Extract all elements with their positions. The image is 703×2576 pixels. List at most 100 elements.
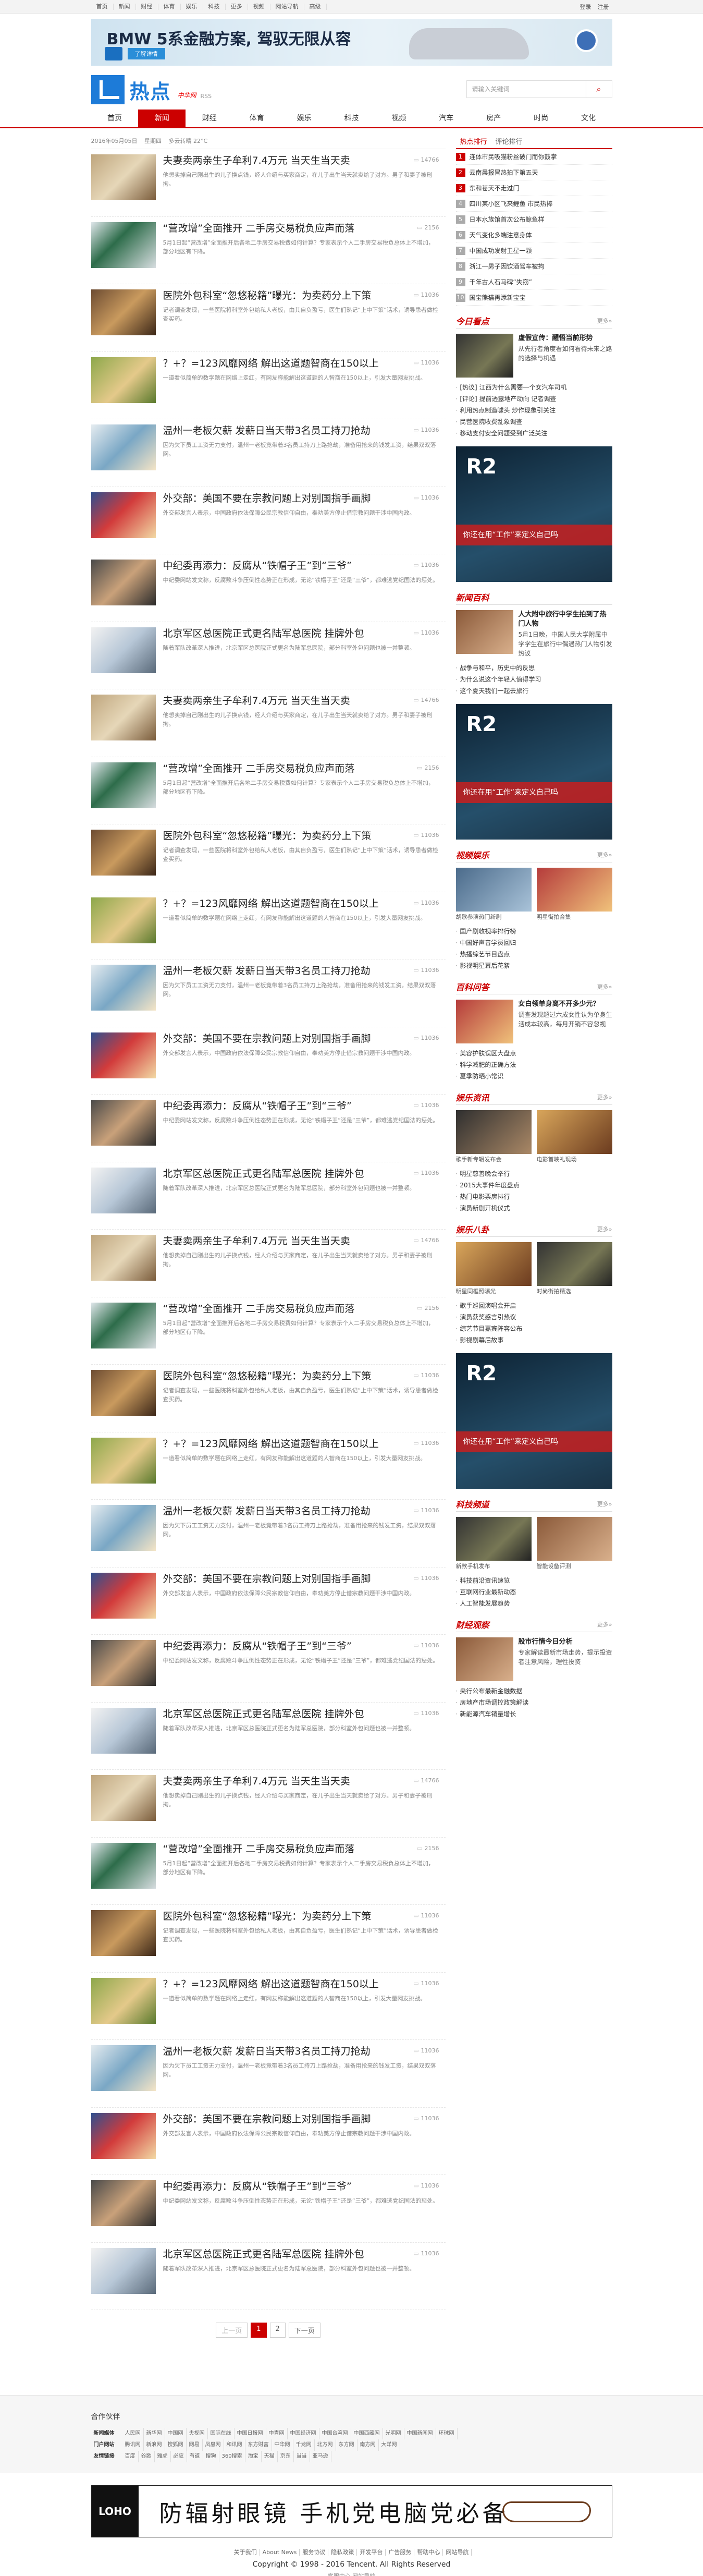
partner-link[interactable]: 中国台湾网 [319, 2428, 351, 2439]
hot-item-title[interactable]: 千年古人石马碑“失窃” [470, 274, 532, 289]
section-list-item[interactable]: 新能源汽车销量增长 [456, 1708, 612, 1720]
comment-count[interactable]: ▭ 14766 [413, 1777, 439, 1784]
comment-count[interactable]: ▭ 11036 [413, 1372, 439, 1379]
footer-link[interactable]: 隐私政策 [328, 2549, 357, 2556]
partner-link[interactable]: 腾讯网 [122, 2439, 144, 2451]
prev-page-button[interactable]: 上一页 [216, 2323, 248, 2338]
article-thumbnail[interactable] [91, 1910, 156, 1956]
hot-item-title[interactable]: 连体市民吸猫粉丝破门而你鼓掌 [470, 149, 557, 164]
comment-count[interactable]: ▭ 11036 [413, 562, 439, 568]
site-logo-text[interactable]: 热点 [130, 76, 171, 104]
grid-caption[interactable]: 时尚街拍精选 [537, 1287, 612, 1296]
feature-title[interactable]: 虚假宣传：醒悟当前形势 [519, 334, 612, 343]
site-logo-icon[interactable] [91, 75, 125, 104]
grid-caption[interactable]: 新款手机发布 [456, 1562, 532, 1571]
grid-item[interactable]: 明星街拍合集 [536, 868, 612, 921]
hot-item[interactable]: 9 千年古人石马碑“失窃” [455, 274, 612, 290]
comment-count[interactable]: ▭ 11036 [413, 1440, 439, 1447]
footer-link[interactable]: About News [260, 2549, 300, 2556]
section-list-item[interactable]: 战争与和平，历史中的反思 [456, 662, 612, 674]
footer-link[interactable]: 广告服务 [386, 2549, 415, 2556]
feature-title[interactable]: 女白领单身离不开多少元？ [519, 1000, 612, 1009]
comment-count[interactable]: ▭ 11036 [413, 1102, 439, 1109]
partner-link[interactable]: 东方网 [336, 2439, 357, 2451]
grid-item[interactable]: 新款手机发布 [455, 1517, 532, 1571]
hot-item-title[interactable]: 中国成功发射卫星一颗 [470, 243, 532, 258]
article-title[interactable]: 医院外包科室“忽悠秘籍”曝光：为卖药分上下策 [163, 1910, 392, 1923]
article-thumbnail[interactable] [91, 492, 156, 538]
partner-link[interactable]: 和讯网 [224, 2439, 245, 2451]
partner-link[interactable]: 新浪网 [144, 2439, 165, 2451]
section-list-item[interactable]: 热播综艺节目盘点 [456, 949, 612, 960]
partner-link[interactable]: 京东 [278, 2451, 294, 2462]
partner-link[interactable]: 淘宝 [245, 2451, 262, 2462]
article-title[interactable]: 夫妻卖两亲生子牟利7.4万元 当天生当天卖 [163, 1775, 392, 1788]
section-list-item[interactable]: 综艺节目嘉宾阵容公布 [456, 1323, 612, 1334]
nav-item[interactable]: 文化 [565, 110, 612, 127]
footer-link[interactable]: 关于我们 [231, 2549, 260, 2556]
article-title[interactable]: “营改增”全面推开 二手房交易税负应声而落 [163, 1303, 392, 1316]
section-list-item[interactable]: 这个夏天我们一起去旅行 [456, 685, 612, 697]
top-nav-item[interactable]: 体育 [158, 4, 181, 10]
section-list-item[interactable]: 美容护肤误区大盘点 [456, 1048, 612, 1059]
section-list-item[interactable]: 移动支付安全问题受到广泛关注 [456, 428, 612, 439]
partner-link[interactable]: 凤凰网 [203, 2439, 224, 2451]
grid-item[interactable]: 歌手新专辑发布会 [455, 1110, 532, 1164]
footer-link[interactable]: 网站导航 [443, 2549, 472, 2556]
section-tag[interactable]: 娱乐资讯 [456, 1091, 489, 1103]
article-thumbnail[interactable] [91, 154, 156, 200]
article-title[interactable]: 北京军区总医院正式更名陆军总医院 挂牌外包 [163, 1168, 392, 1181]
article-title[interactable]: 北京军区总医院正式更名陆军总医院 挂牌外包 [163, 627, 392, 640]
partner-link[interactable]: 中青网 [266, 2428, 288, 2439]
comment-count[interactable]: ▭ 11036 [413, 494, 439, 501]
footer-ad[interactable]: LOHO 防辐射眼镜 手机党电脑党必备 [91, 2485, 612, 2537]
grid-caption[interactable]: 明星街拍合集 [537, 913, 612, 921]
comment-count[interactable]: ▭ 11036 [413, 967, 439, 974]
page-button[interactable]: 2 [269, 2323, 286, 2338]
comment-count[interactable]: ▭ 11036 [413, 359, 439, 366]
section-list-item[interactable]: 房地产市场调控政策解读 [456, 1697, 612, 1708]
article-thumbnail[interactable] [91, 2045, 156, 2091]
comment-count[interactable]: ▭ 11036 [413, 1912, 439, 1919]
article-title[interactable]: 夫妻卖两亲生子牟利7.4万元 当天生当天卖 [163, 695, 392, 708]
partner-link[interactable]: 网易 [187, 2439, 203, 2451]
hot-tab[interactable]: 热点排行 [456, 136, 491, 148]
top-nav-item[interactable]: 科技 [203, 4, 226, 10]
hot-item[interactable]: 4 四川某小区飞来鲤鱼 市民热捧 [455, 196, 612, 212]
comment-count[interactable]: ▭ 11036 [413, 1980, 439, 1987]
partner-link[interactable]: 必应 [171, 2451, 187, 2462]
article-title[interactable]: 温州一老板欠薪 发薪日当天带3名员工持刀抢劫 [163, 1505, 392, 1518]
partner-link[interactable]: 东方财富 [245, 2439, 272, 2451]
partner-link[interactable]: 百度 [122, 2451, 139, 2462]
article-title[interactable]: 医院外包科室“忽悠秘籍”曝光：为卖药分上下策 [163, 830, 392, 843]
article-title[interactable]: 外交部：美国不要在宗教问题上对别国指手画脚 [163, 2113, 392, 2126]
article-title[interactable]: 温州一老板欠薪 发薪日当天带3名员工持刀抢劫 [163, 965, 392, 978]
comment-count[interactable]: ▭ 11036 [413, 2182, 439, 2189]
grid-item[interactable]: 电影首映礼现场 [536, 1110, 612, 1164]
r2-ad-2[interactable]: R2 你还在用“工作”来定义自己吗 [455, 704, 612, 840]
article-title[interactable]: 北京军区总医院正式更名陆军总医院 挂牌外包 [163, 2248, 392, 2261]
article-thumbnail[interactable] [91, 830, 156, 876]
feature-title[interactable]: 股市行情今日分析 [519, 1637, 612, 1647]
hot-item[interactable]: 10 国宝熊猫再添新宝宝 [455, 290, 612, 306]
partner-link[interactable]: 千龙网 [293, 2439, 315, 2451]
comment-count[interactable]: ▭ 11036 [413, 291, 439, 298]
section-list-item[interactable]: 科学减肥的正确方法 [456, 1059, 612, 1071]
partner-link[interactable]: 中华网 [272, 2439, 293, 2451]
article-title[interactable]: 中纪委再添力：反腐从“铁帽子王”到“三爷” [163, 1100, 392, 1113]
section-tag[interactable]: 视频娱乐 [456, 848, 489, 861]
article-thumbnail[interactable] [91, 762, 156, 808]
article-title[interactable]: ？+？=123风靡网络 解出这道题智商在150以上 [163, 1978, 392, 1991]
hot-item-title[interactable]: 四川某小区飞来鲤鱼 市民热捧 [470, 196, 553, 211]
comment-count[interactable]: ▭ 11036 [413, 1710, 439, 1717]
comment-count[interactable]: ▭ 11036 [413, 629, 439, 636]
comment-count[interactable]: ▭ 14766 [413, 1237, 439, 1244]
article-thumbnail[interactable] [91, 1302, 156, 1348]
top-login-link[interactable]: 登录 [577, 4, 595, 10]
r2-ad-3[interactable]: R2 你还在用“工作”来定义自己吗 [455, 1353, 612, 1489]
grid-item[interactable]: 时尚街拍精选 [536, 1242, 612, 1296]
comment-count[interactable]: ▭ 2156 [417, 1305, 439, 1311]
comment-count[interactable]: ▭ 11036 [413, 900, 439, 906]
section-tag[interactable]: 科技频道 [456, 1498, 489, 1510]
hot-item-title[interactable]: 东和苍天不走过门 [470, 180, 520, 196]
